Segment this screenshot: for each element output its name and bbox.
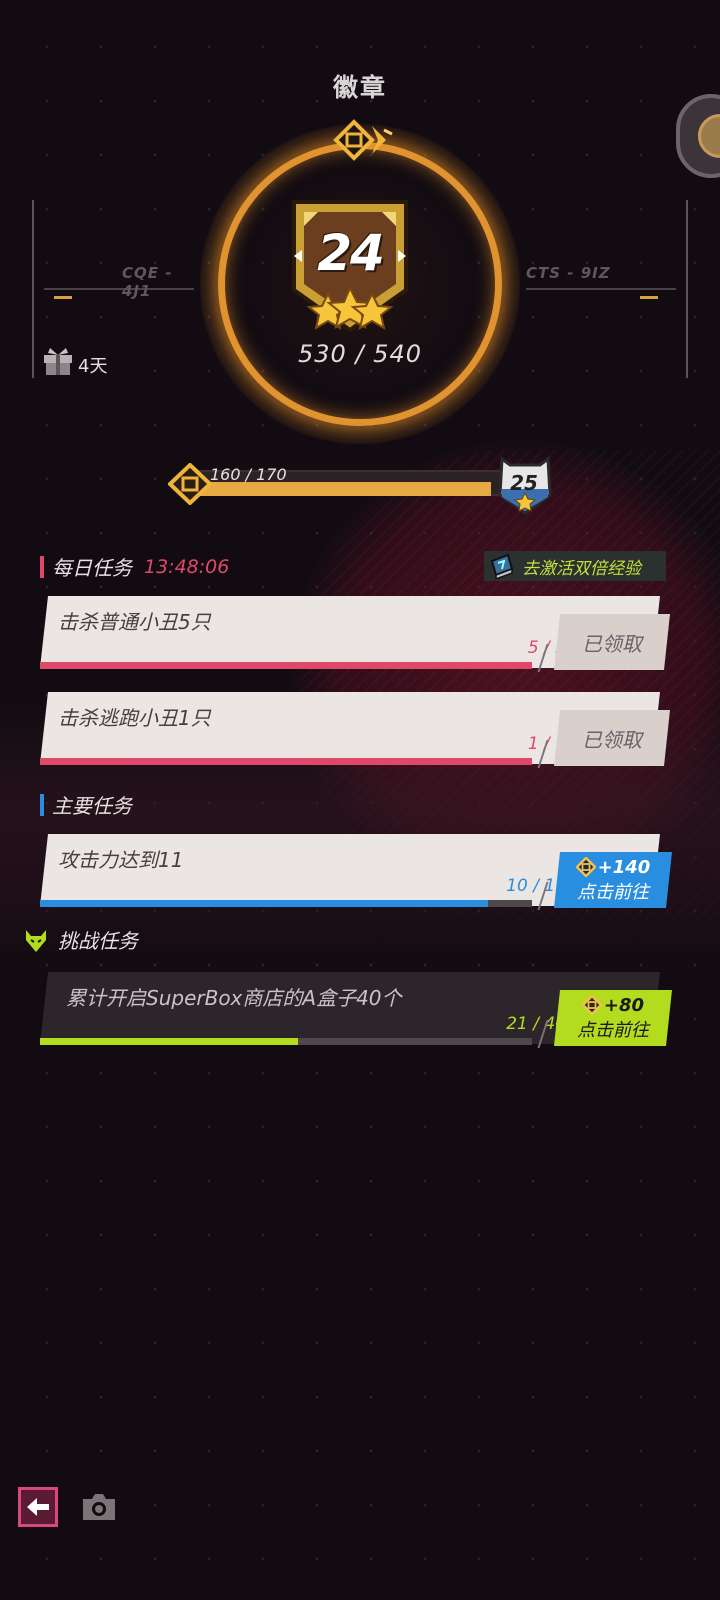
task-name: 攻击力达到11 [58, 848, 184, 872]
daily-task-row: 击杀普通小丑5只 5 / 5 已领取 [40, 596, 680, 676]
task-name: 击杀普通小丑5只 [58, 610, 211, 634]
level-gem-icon [167, 462, 213, 506]
go-button-reward: +140 [576, 857, 651, 878]
daily-section-title: 每日任务 13:48:06 [40, 552, 229, 581]
main-title-text: 主要任务 [52, 794, 132, 818]
main-task-row: 攻击力达到11 10 / 11 +140 点击前往 [40, 834, 680, 914]
page-title: 徽章 [332, 73, 387, 102]
task-progress-fill [40, 1038, 299, 1045]
daily-timer: 13:48:06 [144, 555, 230, 578]
right-frame-code: CTS - 9IZ [526, 264, 611, 282]
task-progress-track [40, 900, 532, 907]
left-frame-tick [54, 296, 72, 299]
task-progress-fill [40, 662, 532, 669]
go-button-reward: +80 [582, 995, 644, 1016]
go-button[interactable]: +140 点击前往 [554, 852, 672, 908]
go-button[interactable]: +80 点击前往 [554, 990, 672, 1046]
main-section-title: 主要任务 [40, 790, 132, 819]
next-level-number: 25 [510, 471, 538, 495]
badge-exp-text: 530 / 540 [298, 340, 422, 368]
next-level-badge: 25 [496, 455, 554, 517]
back-button[interactable] [18, 1487, 58, 1527]
daily-title-text: 每日任务 [52, 556, 132, 580]
task-progress-track [40, 662, 532, 669]
back-arrow-icon [27, 1498, 49, 1516]
go-button-label: 点击前往 [577, 1019, 649, 1041]
left-frame-code: CQE - 4J1 [122, 264, 173, 300]
reward-amount: +80 [603, 994, 645, 1016]
challenge-title-text: 挑战任务 [58, 929, 138, 953]
reward-gem-icon [576, 857, 596, 877]
double-exp-button[interactable]: 去激活双倍经验 [484, 551, 666, 581]
task-progress-fill [40, 900, 488, 907]
right-frame-line [526, 288, 676, 290]
reward-amount: +140 [597, 856, 651, 878]
main-title-bar [40, 793, 44, 816]
task-name: 累计开启SuperBox商店的A盒子40个 [66, 986, 402, 1010]
exp-book-icon [490, 553, 514, 579]
challenge-section-title: 挑战任务 [22, 925, 138, 954]
reward-gem-icon [582, 995, 602, 1015]
level-progress-fill [196, 482, 492, 496]
level-progress: 160 / 170 25 [167, 455, 558, 515]
daily-task-row: 击杀逃跑小丑1只 1 / 1 已领取 [40, 692, 680, 772]
task-progress-fill [40, 758, 532, 765]
task-name: 击杀逃跑小丑1只 [58, 706, 211, 730]
task-progress-track [40, 758, 532, 765]
right-frame-tick [640, 296, 658, 299]
level-badge[interactable]: 24 [288, 198, 418, 338]
level-progress-text: 160 / 170 [210, 465, 287, 484]
challenge-devil-icon [26, 929, 46, 952]
challenge-task-row: 累计开启SuperBox商店的A盒子40个 21 / 40 +80 点击前往 [40, 972, 680, 1052]
claimed-button[interactable]: 已领取 [554, 614, 670, 670]
camera-button[interactable] [80, 1491, 118, 1523]
badge-level-number: 24 [317, 224, 385, 282]
camera-icon [83, 1494, 115, 1520]
go-button-label: 点击前往 [577, 881, 649, 903]
claimed-button[interactable]: 已领取 [554, 710, 670, 766]
double-exp-text: 去激活双倍经验 [522, 558, 641, 579]
corner-shortcut-icon [698, 114, 720, 158]
badge-gem-icon [332, 118, 398, 172]
task-progress-track [40, 1038, 532, 1045]
daily-title-bar [40, 555, 44, 578]
